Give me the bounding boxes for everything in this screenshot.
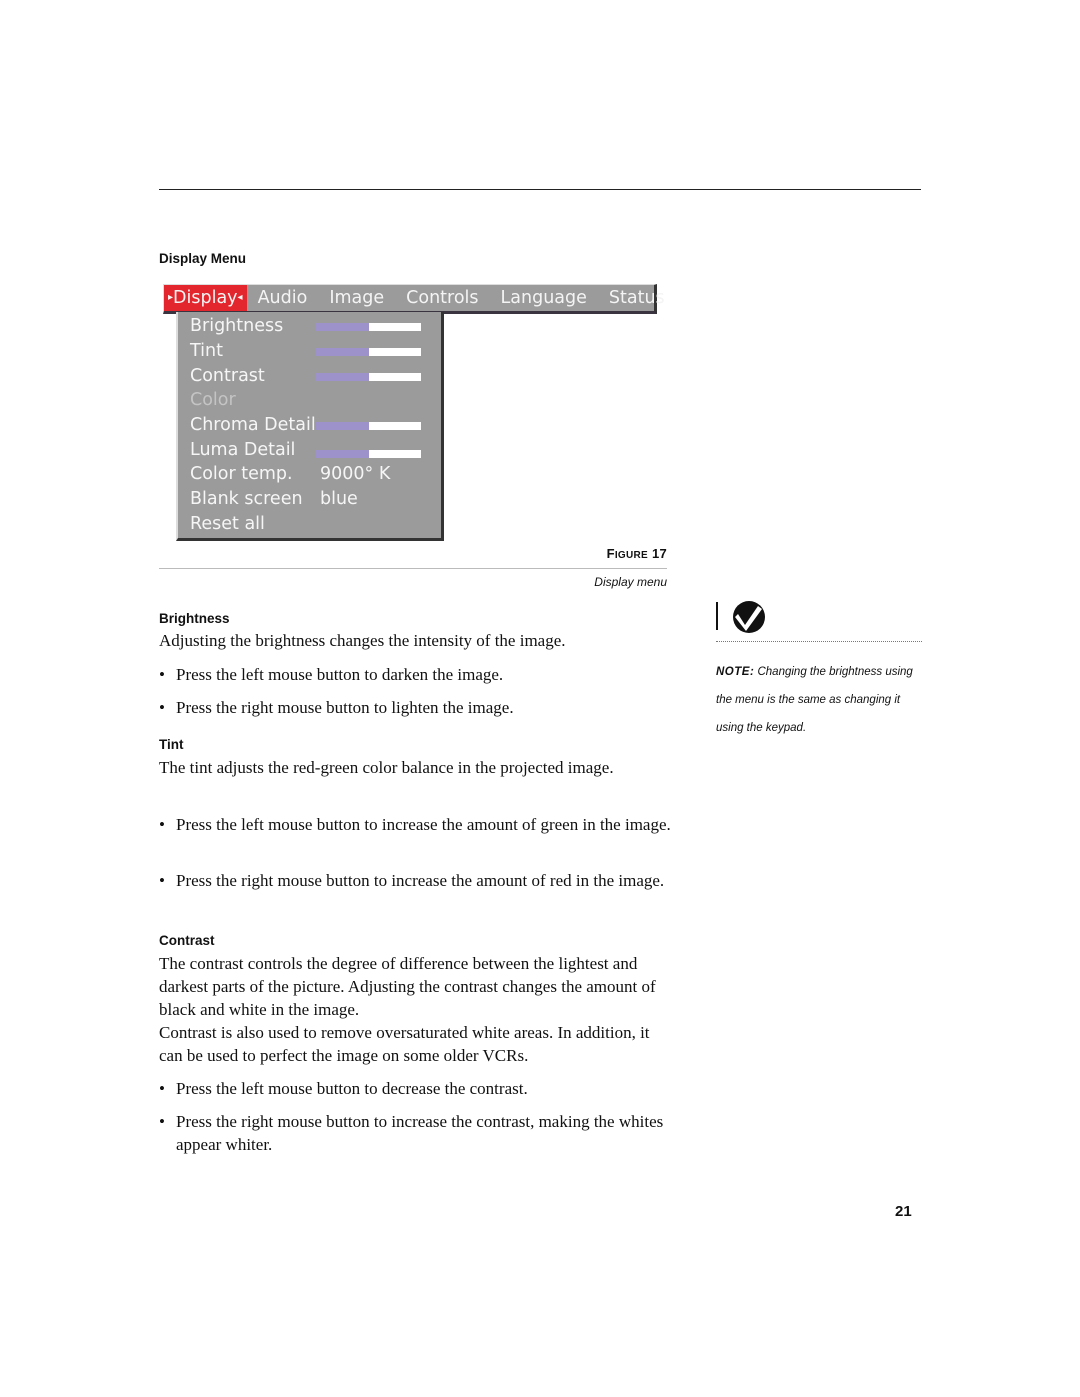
contrast-heading: Contrast — [159, 933, 215, 948]
page-number: 21 — [895, 1203, 912, 1220]
menu-item-label: Luma Detail — [190, 440, 296, 460]
figure-rule — [159, 568, 667, 569]
bullet-icon: • — [159, 1079, 165, 1098]
menu-item-label: Color temp. — [190, 464, 293, 484]
bullet-text: Press the left mouse button to darken th… — [176, 665, 504, 684]
list-item: • Press the right mouse button to increas… — [159, 1110, 686, 1156]
contrast-intro-2: Contrast is also used to remove oversatu… — [159, 1023, 650, 1065]
menu-item-color: Color — [190, 388, 236, 412]
brightness-heading: Brightness — [159, 611, 230, 626]
slider-fill — [316, 348, 369, 356]
figure-caption: Display menu — [594, 575, 667, 589]
tint-slider[interactable] — [316, 348, 421, 356]
menu-item-label: Chroma Detail — [190, 415, 316, 435]
figure-prefix: F — [606, 546, 615, 561]
menu-item-label: Brightness — [190, 316, 284, 336]
bullet-icon: • — [159, 871, 165, 890]
tint-heading: Tint — [159, 737, 184, 752]
list-item: • Press the left mouse button to darken t… — [159, 663, 686, 686]
menu-item-chroma-detail[interactable]: Chroma Detail — [190, 413, 316, 437]
bullet-text: Press the right mouse button to increase… — [176, 871, 665, 890]
figure-label: FIGURE 17 — [607, 546, 667, 561]
slider-fill — [316, 450, 369, 458]
tab-controls[interactable]: Controls — [395, 285, 489, 311]
header-rule — [159, 189, 921, 190]
chroma-detail-slider[interactable] — [316, 422, 421, 430]
bullet-icon: • — [159, 1112, 165, 1131]
bullet-text: Press the right mouse button to increase… — [176, 1112, 664, 1154]
note-text: NOTE: Changing the brightness using the … — [716, 658, 926, 742]
menu-item-brightness[interactable]: Brightness — [190, 314, 283, 338]
tab-label: Display — [173, 288, 238, 308]
menu-item-blank-screen[interactable]: Blank screen — [190, 487, 303, 511]
tab-status[interactable]: Status — [598, 285, 676, 311]
tab-audio[interactable]: Audio — [247, 285, 319, 311]
list-item: • Press the right mouse button to increas… — [159, 869, 686, 892]
menu-item-label: Color — [190, 390, 236, 410]
menu-item-color-temp[interactable]: Color temp. — [190, 462, 293, 486]
menu-bar: ▸Display◂ Audio Image Controls Language … — [163, 284, 665, 314]
list-item: • Press the right mouse button to lighten… — [159, 696, 686, 719]
display-dropdown: Brightness Tint Contrast Color Chroma De… — [176, 312, 444, 541]
brightness-slider[interactable] — [316, 323, 421, 331]
figure-number: 17 — [651, 546, 667, 561]
section-heading: Display Menu — [159, 251, 247, 266]
note-divider — [716, 641, 922, 642]
slider-fill — [316, 422, 369, 430]
blank-screen-value: blue — [320, 489, 358, 509]
menu-item-reset-all[interactable]: Reset all — [190, 512, 265, 536]
tab-image[interactable]: Image — [318, 285, 395, 311]
bullet-icon: • — [159, 815, 165, 834]
menu-item-label: Reset all — [190, 514, 265, 534]
menu-item-label: Contrast — [190, 366, 265, 386]
list-item: • Press the left mouse button to decrease… — [159, 1077, 686, 1100]
left-arrow-icon: ◂ — [237, 292, 243, 303]
bullet-icon: • — [159, 698, 165, 717]
color-temp-value: 9000° K — [320, 464, 391, 484]
note-label: NOTE: — [716, 666, 755, 678]
bullet-icon: • — [159, 665, 165, 684]
luma-detail-slider[interactable] — [316, 450, 421, 458]
slider-fill — [316, 323, 369, 331]
menu-item-tint[interactable]: Tint — [190, 339, 223, 363]
brightness-intro: Adjusting the brightness changes the int… — [159, 631, 566, 650]
tab-display[interactable]: ▸Display◂ — [164, 285, 247, 311]
bullet-text: Press the left mouse button to increase … — [176, 815, 671, 834]
checkmark-note-icon — [716, 600, 772, 639]
slider-fill — [316, 373, 369, 381]
contrast-intro: The contrast controls the degree of diff… — [159, 954, 656, 1019]
menu-item-contrast[interactable]: Contrast — [190, 364, 265, 388]
menu-item-label: Blank screen — [190, 489, 303, 509]
figure-word: IGURE — [614, 550, 649, 561]
bullet-text: Press the right mouse button to lighten … — [176, 698, 514, 717]
list-item: • Press the left mouse button to increase… — [159, 813, 686, 836]
bullet-text: Press the left mouse button to decrease … — [176, 1079, 528, 1098]
tint-intro: The tint adjusts the red-green color bal… — [159, 758, 614, 777]
menu-item-label: Tint — [190, 341, 223, 361]
menu-item-luma-detail[interactable]: Luma Detail — [190, 438, 295, 462]
tab-language[interactable]: Language — [490, 285, 598, 311]
contrast-slider[interactable] — [316, 373, 421, 381]
